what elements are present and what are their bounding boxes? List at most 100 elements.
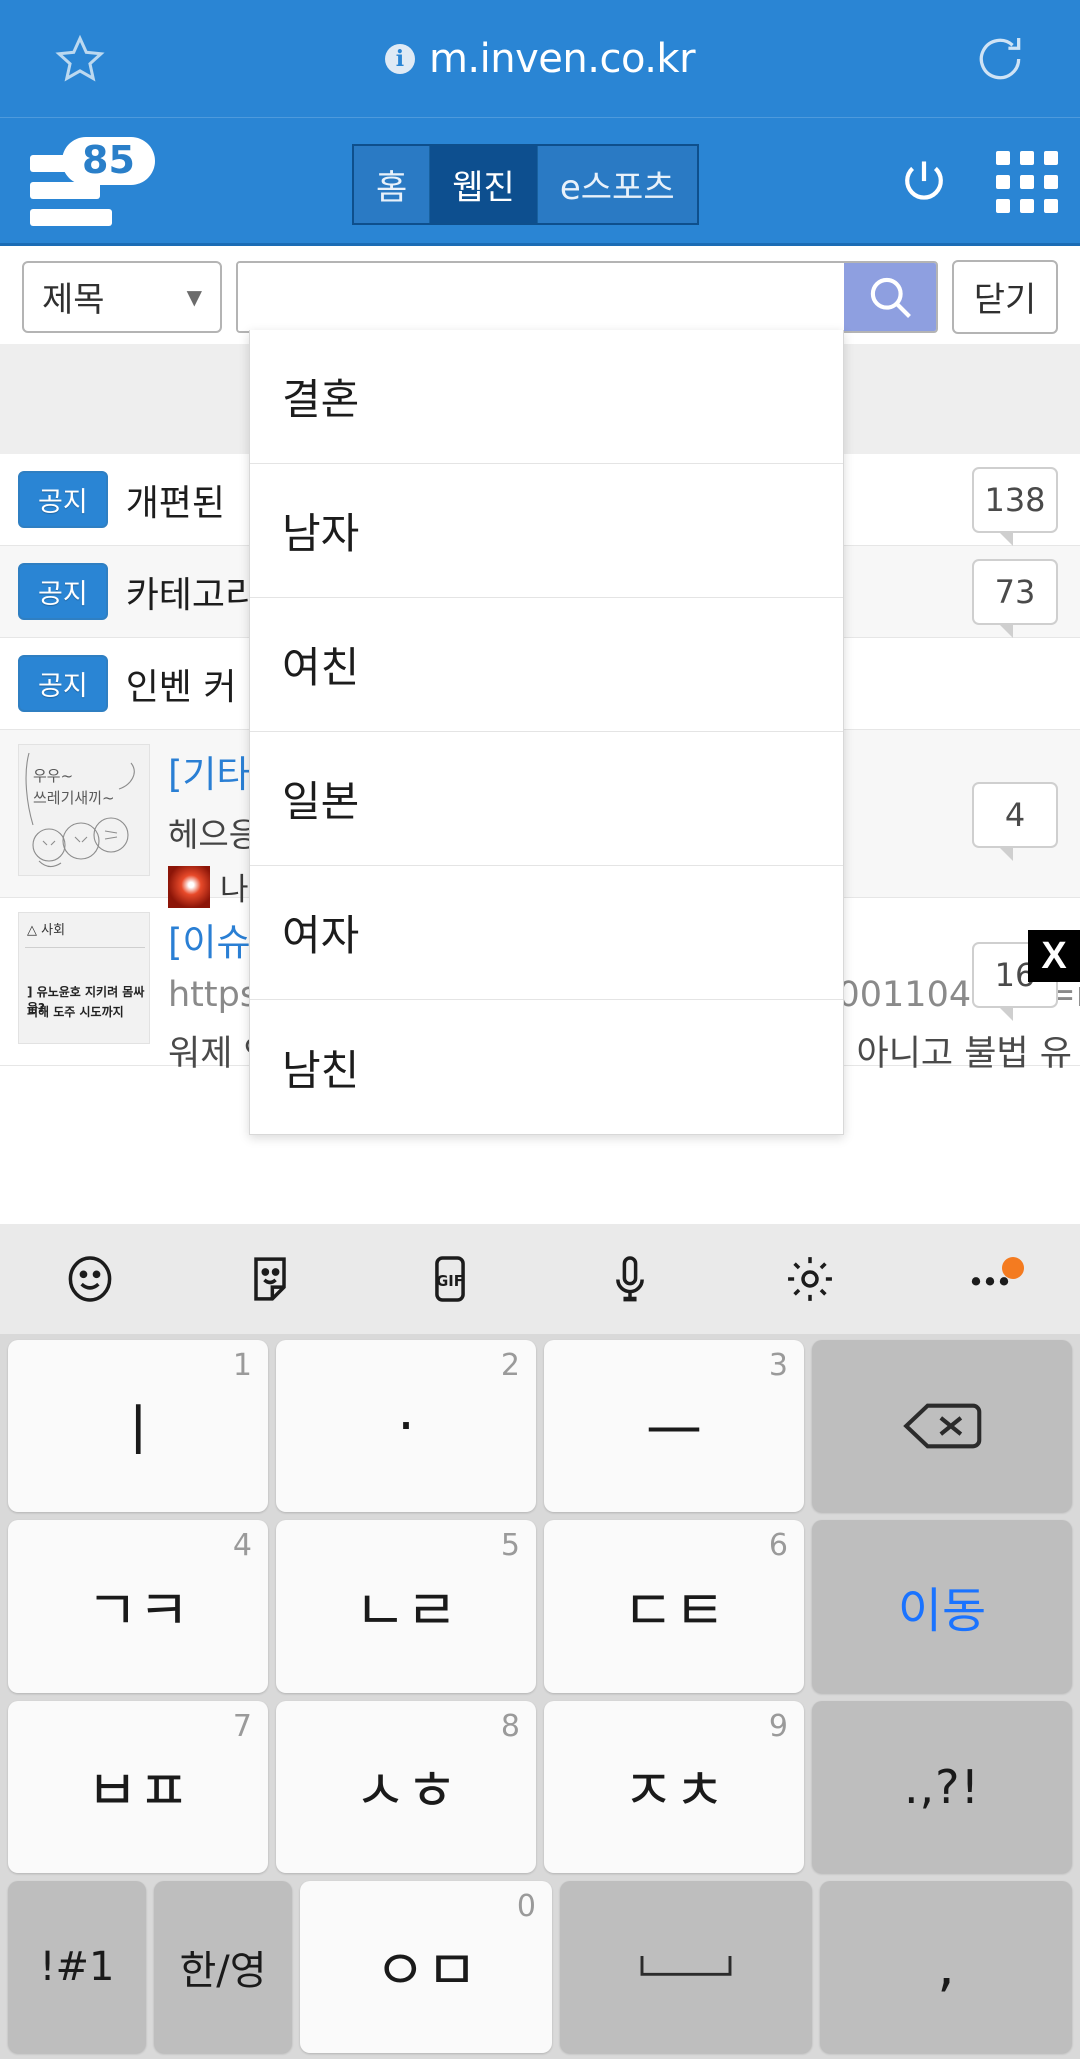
microphone-icon (616, 1256, 644, 1302)
key-eu[interactable]: 3 — (544, 1340, 804, 1513)
svg-text:GIF: GIF (436, 1273, 464, 1290)
post-thumbnail: △ 사회 ] 유노윤호 지키려 몸싸움? 피해 도주 시도까지 (18, 912, 150, 1044)
key-backspace[interactable] (812, 1340, 1072, 1513)
keyboard-row-4: !#1 한/영 0 ㅇㅁ , (8, 1880, 1072, 2053)
close-overlay-button[interactable]: X (1028, 930, 1080, 982)
search-field-wrapper (236, 260, 938, 333)
search-input[interactable] (238, 262, 844, 331)
key-bieup-pieup[interactable]: 7 ㅂㅍ (8, 1700, 268, 1873)
menu-button[interactable]: 85 (0, 117, 200, 245)
notice-tag: 공지 (18, 471, 108, 528)
suggestion-item[interactable]: 남친 (250, 1000, 843, 1134)
suggestion-item[interactable]: 여친 (250, 598, 843, 732)
keyboard-row-2: 4 ㄱㅋ 5 ㄴㄹ 6 ㄷㅌ 이동 (8, 1520, 1072, 1693)
key-number: 8 (500, 1708, 520, 1744)
key-label: ㅅㅎ (354, 1759, 458, 1825)
space-bar-icon (640, 1955, 732, 1976)
key-label: ㄱㅋ (86, 1578, 190, 1644)
thumb-caption-line-3: 피해 도주 시도까지 (27, 1005, 124, 1019)
key-label: ㅈㅊ (622, 1759, 726, 1825)
search-scope-select[interactable]: 제목 ▼ (22, 260, 222, 333)
comment-count-badge: 73 (972, 558, 1058, 638)
search-scope-label: 제목 (42, 280, 105, 320)
key-number: 3 (768, 1348, 788, 1383)
notice-title: 개편된 (125, 482, 226, 524)
key-label: ㄴㄹ (354, 1578, 458, 1644)
key-enter-go[interactable]: 이동 (812, 1520, 1072, 1693)
key-symbols[interactable]: !#1 (8, 1880, 146, 2053)
apps-grid-icon[interactable] (996, 151, 1058, 213)
keyboard-settings-button[interactable] (750, 1251, 870, 1307)
emoji-icon (68, 1256, 112, 1302)
bookmark-star-button[interactable] (0, 33, 160, 85)
gif-icon: GIF (435, 1256, 465, 1302)
gif-button[interactable]: GIF (390, 1251, 510, 1307)
key-digeut-tieut[interactable]: 6 ㄷㅌ (544, 1520, 804, 1693)
keyboard-row-1: 1 ㅣ 2 · 3 — (8, 1340, 1072, 1513)
suggestion-item[interactable]: 결혼 (250, 330, 843, 464)
settings-gear-icon (788, 1257, 832, 1301)
voice-input-button[interactable] (570, 1251, 690, 1307)
notice-title: 인벤 커 (125, 666, 237, 708)
key-ieung-mieum[interactable]: 0 ㅇㅁ (300, 1880, 552, 2053)
key-siot-hieut[interactable]: 8 ㅅㅎ (276, 1700, 536, 1873)
key-number: 9 (768, 1708, 788, 1744)
tab-esports[interactable]: e스포츠 (537, 146, 697, 223)
key-language-toggle[interactable]: 한/영 (154, 1880, 292, 2053)
key-number: 6 (768, 1528, 788, 1564)
notice-title: 카테고리 (125, 574, 259, 616)
key-dot[interactable]: 2 · (276, 1340, 536, 1513)
emoji-button[interactable] (30, 1251, 150, 1307)
suggestion-item[interactable]: 여자 (250, 866, 843, 1000)
suggestion-item[interactable]: 일본 (250, 732, 843, 866)
key-label: — (646, 1393, 702, 1459)
notification-dot-icon (1002, 1257, 1024, 1279)
search-icon (870, 277, 911, 318)
search-suggestions-dropdown: 결혼 남자 여친 일본 여자 남친 (249, 330, 844, 1135)
chevron-down-icon: ▼ (186, 284, 202, 309)
nav-right-actions (896, 118, 1058, 246)
url-display[interactable]: i m.inven.co.kr (160, 36, 920, 82)
tab-home[interactable]: 홈 (354, 146, 431, 223)
key-space[interactable] (560, 1880, 812, 2053)
site-navigation-bar: 85 홈 웹진 e스포츠 (0, 118, 1080, 246)
star-outline-icon (55, 34, 105, 82)
key-giyeok-kieuk[interactable]: 4 ㄱㅋ (8, 1520, 268, 1693)
url-text: m.inven.co.kr (428, 35, 696, 82)
on-screen-keyboard: 1 ㅣ 2 · 3 — 4 ㄱㅋ 5 ㄴㄹ 6 ㄷㅌ 이동 7 ㅂㅍ 8 ㅅㅎ … (0, 1334, 1080, 2059)
key-comma[interactable]: , (820, 1880, 1072, 2053)
key-number: 1 (232, 1348, 252, 1383)
keyboard-row-3: 7 ㅂㅍ 8 ㅅㅎ 9 ㅈㅊ .,?! (8, 1700, 1072, 1873)
key-number: 2 (500, 1348, 520, 1383)
more-options-button[interactable] (930, 1251, 1050, 1307)
reload-button[interactable] (920, 31, 1080, 87)
nav-tab-group: 홈 웹진 e스포츠 (352, 144, 699, 225)
key-label: · (397, 1393, 415, 1459)
sticker-icon (254, 1257, 286, 1301)
suggestion-item[interactable]: 남자 (250, 464, 843, 598)
key-label: ㅣ (112, 1398, 164, 1464)
comment-count-badge: 138 (972, 466, 1058, 546)
phone-screen: i m.inven.co.kr 85 홈 웹진 e스포츠 제목 ▼ 닫기 공지 … (0, 0, 1080, 2059)
key-label: ㅇㅁ (374, 1939, 478, 2005)
backspace-icon (903, 1403, 982, 1449)
thumb-divider (25, 947, 145, 948)
sticker-button[interactable] (210, 1251, 330, 1307)
key-punctuation[interactable]: .,?! (812, 1700, 1072, 1873)
notice-tag: 공지 (18, 563, 108, 620)
key-number: 0 (516, 1888, 536, 1924)
key-i[interactable]: 1 ㅣ (8, 1340, 268, 1513)
key-number: 5 (500, 1528, 520, 1564)
post-thumbnail: 우우~ 쓰레기새끼~ (18, 744, 150, 876)
reload-icon (979, 37, 1021, 79)
tab-webzine[interactable]: 웹진 (430, 146, 538, 223)
power-icon[interactable] (896, 154, 952, 210)
close-search-button[interactable]: 닫기 (952, 259, 1058, 334)
comment-count-badge: 4 (972, 782, 1058, 861)
doodle-sketch-icon (25, 752, 135, 868)
key-jieut-chieut[interactable]: 9 ㅈㅊ (544, 1700, 804, 1873)
keyboard-toolbar: GIF (0, 1224, 1080, 1334)
key-number: 4 (232, 1528, 252, 1564)
search-submit-button[interactable] (844, 262, 936, 331)
key-nieun-rieul[interactable]: 5 ㄴㄹ (276, 1520, 536, 1693)
